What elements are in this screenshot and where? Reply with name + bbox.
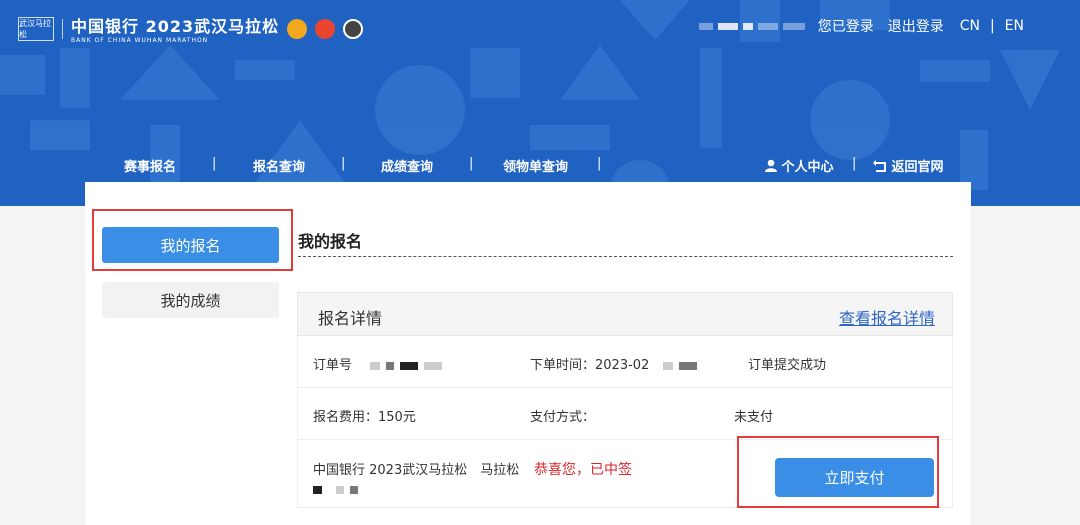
bank-title-en: BANK OF CHINA WUHAN MARATHON: [71, 37, 209, 44]
highlight-box-pay: [737, 436, 939, 508]
header-banner: 武汉马拉松 中国银行 2023武汉马拉松 BANK OF CHINA WUHAN…: [0, 0, 1080, 206]
registration-card-header: 报名详情 查看报名详情: [297, 292, 953, 336]
lang-en-link[interactable]: EN: [1005, 18, 1024, 34]
registration-fee: 报名费用：150元: [313, 410, 416, 425]
event-name: 中国银行 2023武汉马拉松 马拉松: [313, 463, 520, 478]
card-title: 报名详情: [318, 309, 383, 328]
nav-item-registration[interactable]: 赛事报名: [124, 156, 176, 175]
nav-item-results-query[interactable]: 成绩查询: [381, 156, 433, 175]
nav-separator: |: [852, 156, 857, 171]
order-time-label: 下单时间：2023-02: [530, 358, 650, 373]
personal-center-link[interactable]: 个人中心: [765, 156, 834, 175]
nav-separator: |: [469, 156, 474, 171]
payment-status: 未支付: [734, 410, 774, 425]
nav-separator: |: [341, 156, 346, 171]
logo-divider: [62, 18, 63, 39]
nav-separator: |: [212, 156, 217, 171]
masked-username: [698, 18, 810, 34]
personal-center-label: 个人中心: [781, 160, 834, 175]
page-title: 我的报名: [298, 232, 363, 251]
wuhan-marathon-logo[interactable]: 武汉马拉松: [18, 16, 54, 41]
sidebar-item-my-results[interactable]: 我的成绩: [102, 282, 279, 318]
bank-title-cn: 中国银行 2023武汉马拉松: [71, 17, 280, 36]
logout-link[interactable]: 退出登录: [888, 16, 944, 36]
bank-of-china-logo[interactable]: 中国银行 2023武汉马拉松 BANK OF CHINA WUHAN MARAT…: [71, 13, 279, 44]
order-time: 下单时间：2023-02: [530, 354, 703, 373]
user-area: 您已登录 退出登录 CN | EN: [698, 16, 1024, 36]
payment-method: 支付方式：: [530, 410, 596, 425]
lang-separator: |: [989, 18, 995, 34]
order-status: 订单提交成功: [748, 358, 827, 373]
masked-participant: [313, 482, 364, 497]
logo-group: 武汉马拉松 中国银行 2023武汉马拉松 BANK OF CHINA WUHAN…: [18, 13, 364, 44]
main-nav: 赛事报名 | 报名查询 | 成绩查询 | 领物单查询 | 个人中心 | 返回官网: [0, 156, 1080, 176]
return-icon: [873, 160, 886, 172]
highlight-box-sidebar: [92, 209, 293, 271]
medal-icon: [343, 18, 364, 39]
emblem-icon: [287, 18, 308, 39]
title-divider: [298, 256, 953, 257]
nav-item-pickup-query[interactable]: 领物单查询: [503, 156, 568, 175]
caa-badge-icon: [315, 18, 336, 39]
user-icon: [765, 159, 777, 172]
nav-separator: |: [597, 156, 602, 171]
login-status: 您已登录: [817, 19, 874, 35]
order-info-row: 订单号 下单时间：2023-02 订单提交成功: [297, 336, 953, 388]
payment-info-row: 报名费用：150元 支付方式： 未支付: [297, 388, 953, 440]
top-bar: 武汉马拉松 中国银行 2023武汉马拉松 BANK OF CHINA WUHAN…: [0, 0, 1080, 46]
back-to-site-link[interactable]: 返回官网: [873, 156, 944, 175]
back-to-site-label: 返回官网: [891, 160, 944, 175]
lottery-result: 恭喜您，已中签: [534, 462, 632, 478]
order-number: 订单号: [313, 354, 448, 373]
nav-item-registration-query[interactable]: 报名查询: [253, 156, 305, 175]
view-details-link[interactable]: 查看报名详情: [839, 305, 935, 329]
lang-cn-link[interactable]: CN: [960, 18, 980, 34]
order-number-label: 订单号: [313, 358, 353, 373]
